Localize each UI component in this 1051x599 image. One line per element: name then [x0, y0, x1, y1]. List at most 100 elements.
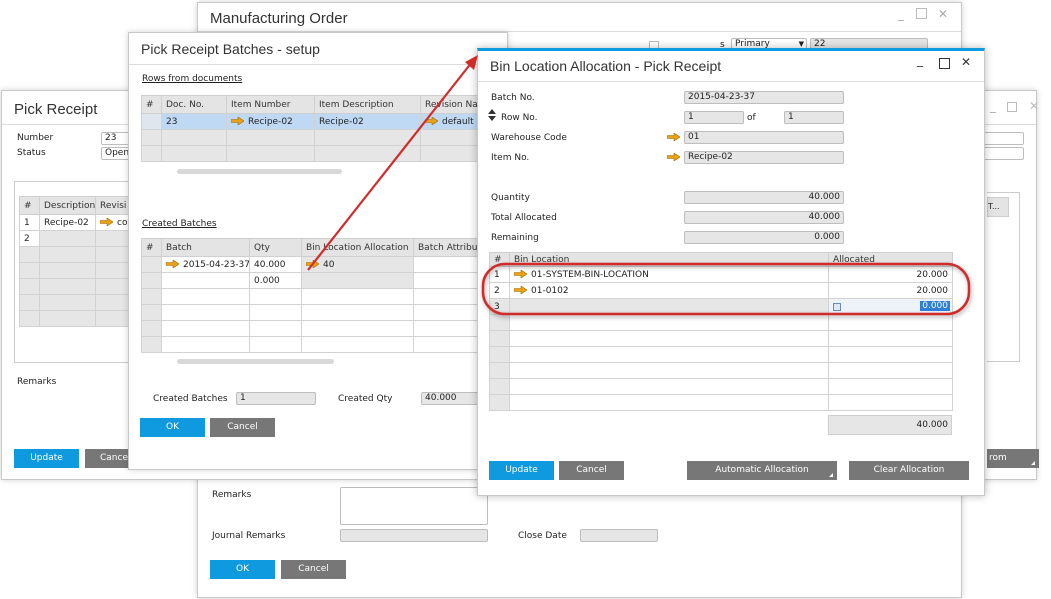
cancel-button[interactable]: Cancel: [281, 560, 346, 579]
qty-cell[interactable]: 0.000: [249, 272, 302, 289]
automatic-allocation-button[interactable]: Automatic Allocation: [687, 461, 837, 480]
link-arrow-icon[interactable]: [514, 286, 527, 294]
row-number: 2: [19, 230, 40, 247]
table-row[interactable]: 0.000: [141, 272, 487, 289]
allocated-cell[interactable]: 0.000: [828, 298, 953, 315]
col-header-num[interactable]: #: [141, 95, 162, 114]
minimize-icon[interactable]: _: [917, 53, 923, 67]
table-row[interactable]: 2015-04-23-37 40.000 40: [141, 256, 487, 273]
cancel-button[interactable]: Cancel: [559, 461, 624, 480]
minimize-icon[interactable]: _: [990, 99, 996, 113]
row-selector[interactable]: [141, 113, 162, 130]
link-arrow-icon[interactable]: [667, 133, 680, 141]
description-cell[interactable]: [39, 230, 96, 247]
col-header-bin-location[interactable]: Bin Location: [509, 252, 829, 267]
col-header-qty[interactable]: Qty: [249, 238, 302, 257]
remarks-textarea[interactable]: [340, 487, 488, 525]
allocated-input-value[interactable]: 0.000: [920, 301, 950, 311]
journal-remarks-field[interactable]: [340, 529, 488, 542]
batches-grid[interactable]: # Batch Qty Bin Location Allocation Batc…: [141, 238, 487, 353]
link-arrow-icon[interactable]: [425, 117, 438, 125]
col-header-batch-attributes[interactable]: Batch Attribu: [413, 238, 487, 257]
calculator-icon[interactable]: [833, 303, 841, 311]
rows-from-documents-link[interactable]: Rows from documents: [142, 74, 242, 84]
link-arrow-icon[interactable]: [667, 153, 680, 161]
col-header-doc-no[interactable]: Doc. No.: [161, 95, 227, 114]
qty-cell[interactable]: 40.000: [249, 256, 302, 273]
item-number-cell[interactable]: Recipe-02: [226, 113, 315, 130]
link-arrow-icon[interactable]: [100, 218, 113, 226]
close-icon[interactable]: ✕: [1029, 99, 1039, 113]
col-header-batch[interactable]: Batch: [161, 238, 250, 257]
table-row[interactable]: 23 Recipe-02 Recipe-02 default: [141, 113, 487, 130]
update-button[interactable]: Update: [14, 449, 79, 468]
right-field-2[interactable]: [982, 147, 1024, 160]
window-title: Pick Receipt: [14, 101, 98, 118]
minimize-icon[interactable]: _: [898, 7, 904, 21]
table-row: [141, 288, 487, 305]
ok-button[interactable]: OK: [140, 418, 205, 437]
col-header-bin-location-allocation[interactable]: Bin Location Allocation: [301, 238, 414, 257]
attribute-cell[interactable]: [413, 256, 487, 273]
link-arrow-icon[interactable]: [231, 117, 244, 125]
table-row[interactable]: 2 01-0102 20.000: [489, 282, 953, 299]
close-icon[interactable]: ✕: [961, 55, 971, 69]
copy-from-button[interactable]: rom: [987, 449, 1039, 468]
col-header-description[interactable]: Description: [39, 196, 96, 215]
right-field-1[interactable]: [982, 132, 1024, 145]
row-no-field[interactable]: 1: [684, 111, 744, 124]
row-navigator-icon[interactable]: [488, 109, 497, 123]
maximize-icon[interactable]: [1007, 102, 1017, 112]
clear-allocation-button[interactable]: Clear Allocation: [849, 461, 969, 480]
attribute-cell[interactable]: [413, 272, 487, 289]
batch-cell[interactable]: [161, 272, 250, 289]
item-description-cell[interactable]: Recipe-02: [314, 113, 421, 130]
row-number: 3: [489, 298, 510, 315]
ok-button[interactable]: OK: [210, 560, 275, 579]
row-number: 1: [489, 266, 510, 283]
total-allocated-label: Total Allocated: [491, 213, 557, 223]
link-arrow-icon[interactable]: [306, 260, 319, 268]
maximize-icon[interactable]: [939, 58, 950, 69]
dropdown-corner-icon: [1031, 461, 1035, 465]
remaining-label: Remaining: [491, 233, 539, 243]
close-date-field[interactable]: [580, 529, 658, 542]
batch-cell[interactable]: 2015-04-23-37: [161, 256, 250, 273]
col-header-num[interactable]: #: [141, 238, 162, 257]
col-header-allocated[interactable]: Allocated: [828, 252, 953, 267]
documents-grid[interactable]: # Doc. No. Item Number Item Description …: [141, 95, 487, 162]
table-row[interactable]: 1 01-SYSTEM-BIN-LOCATION 20.000: [489, 266, 953, 283]
col-header-item-description[interactable]: Item Description: [314, 95, 421, 114]
allocated-cell[interactable]: 20.000: [828, 266, 953, 283]
link-arrow-icon[interactable]: [514, 270, 527, 278]
cancel-button[interactable]: Cance: [85, 449, 130, 468]
allocated-cell[interactable]: 20.000: [828, 282, 953, 299]
bin-allocation-grid[interactable]: # Bin Location Allocated 1 01-SYSTEM-BIN…: [489, 252, 953, 411]
bin-location-cell[interactable]: [509, 298, 829, 315]
bin-allocation-cell[interactable]: 40: [301, 256, 414, 273]
description-cell[interactable]: Recipe-02: [39, 214, 96, 231]
horizontal-scrollbar[interactable]: [177, 169, 342, 174]
row-number: [141, 272, 162, 289]
maximize-icon[interactable]: [916, 8, 927, 19]
col-header-num[interactable]: #: [489, 252, 510, 267]
warehouse-code-field: 01: [684, 131, 844, 144]
link-arrow-icon[interactable]: [166, 260, 179, 268]
created-batches-link[interactable]: Created Batches: [142, 219, 217, 229]
col-header-item-number[interactable]: Item Number: [226, 95, 315, 114]
horizontal-scrollbar[interactable]: [177, 359, 334, 364]
table-row[interactable]: 3 0.000: [489, 298, 953, 315]
col-header-num[interactable]: #: [19, 196, 40, 215]
batches-setup-window: Pick Receipt Batches - setup Rows from d…: [128, 32, 659, 470]
update-button[interactable]: Update: [489, 461, 554, 480]
doc-no-cell[interactable]: 23: [161, 113, 227, 130]
dropdown-corner-icon: [829, 473, 833, 477]
close-icon[interactable]: ✕: [938, 7, 948, 21]
table-row: [489, 394, 953, 411]
row-number: 2: [489, 282, 510, 299]
bin-location-cell[interactable]: 01-0102: [509, 282, 829, 299]
bin-allocation-cell[interactable]: [301, 272, 414, 289]
cancel-button[interactable]: Cancel: [210, 418, 275, 437]
bin-location-cell[interactable]: 01-SYSTEM-BIN-LOCATION: [509, 266, 829, 283]
right-grid-header[interactable]: T...: [987, 197, 1009, 217]
